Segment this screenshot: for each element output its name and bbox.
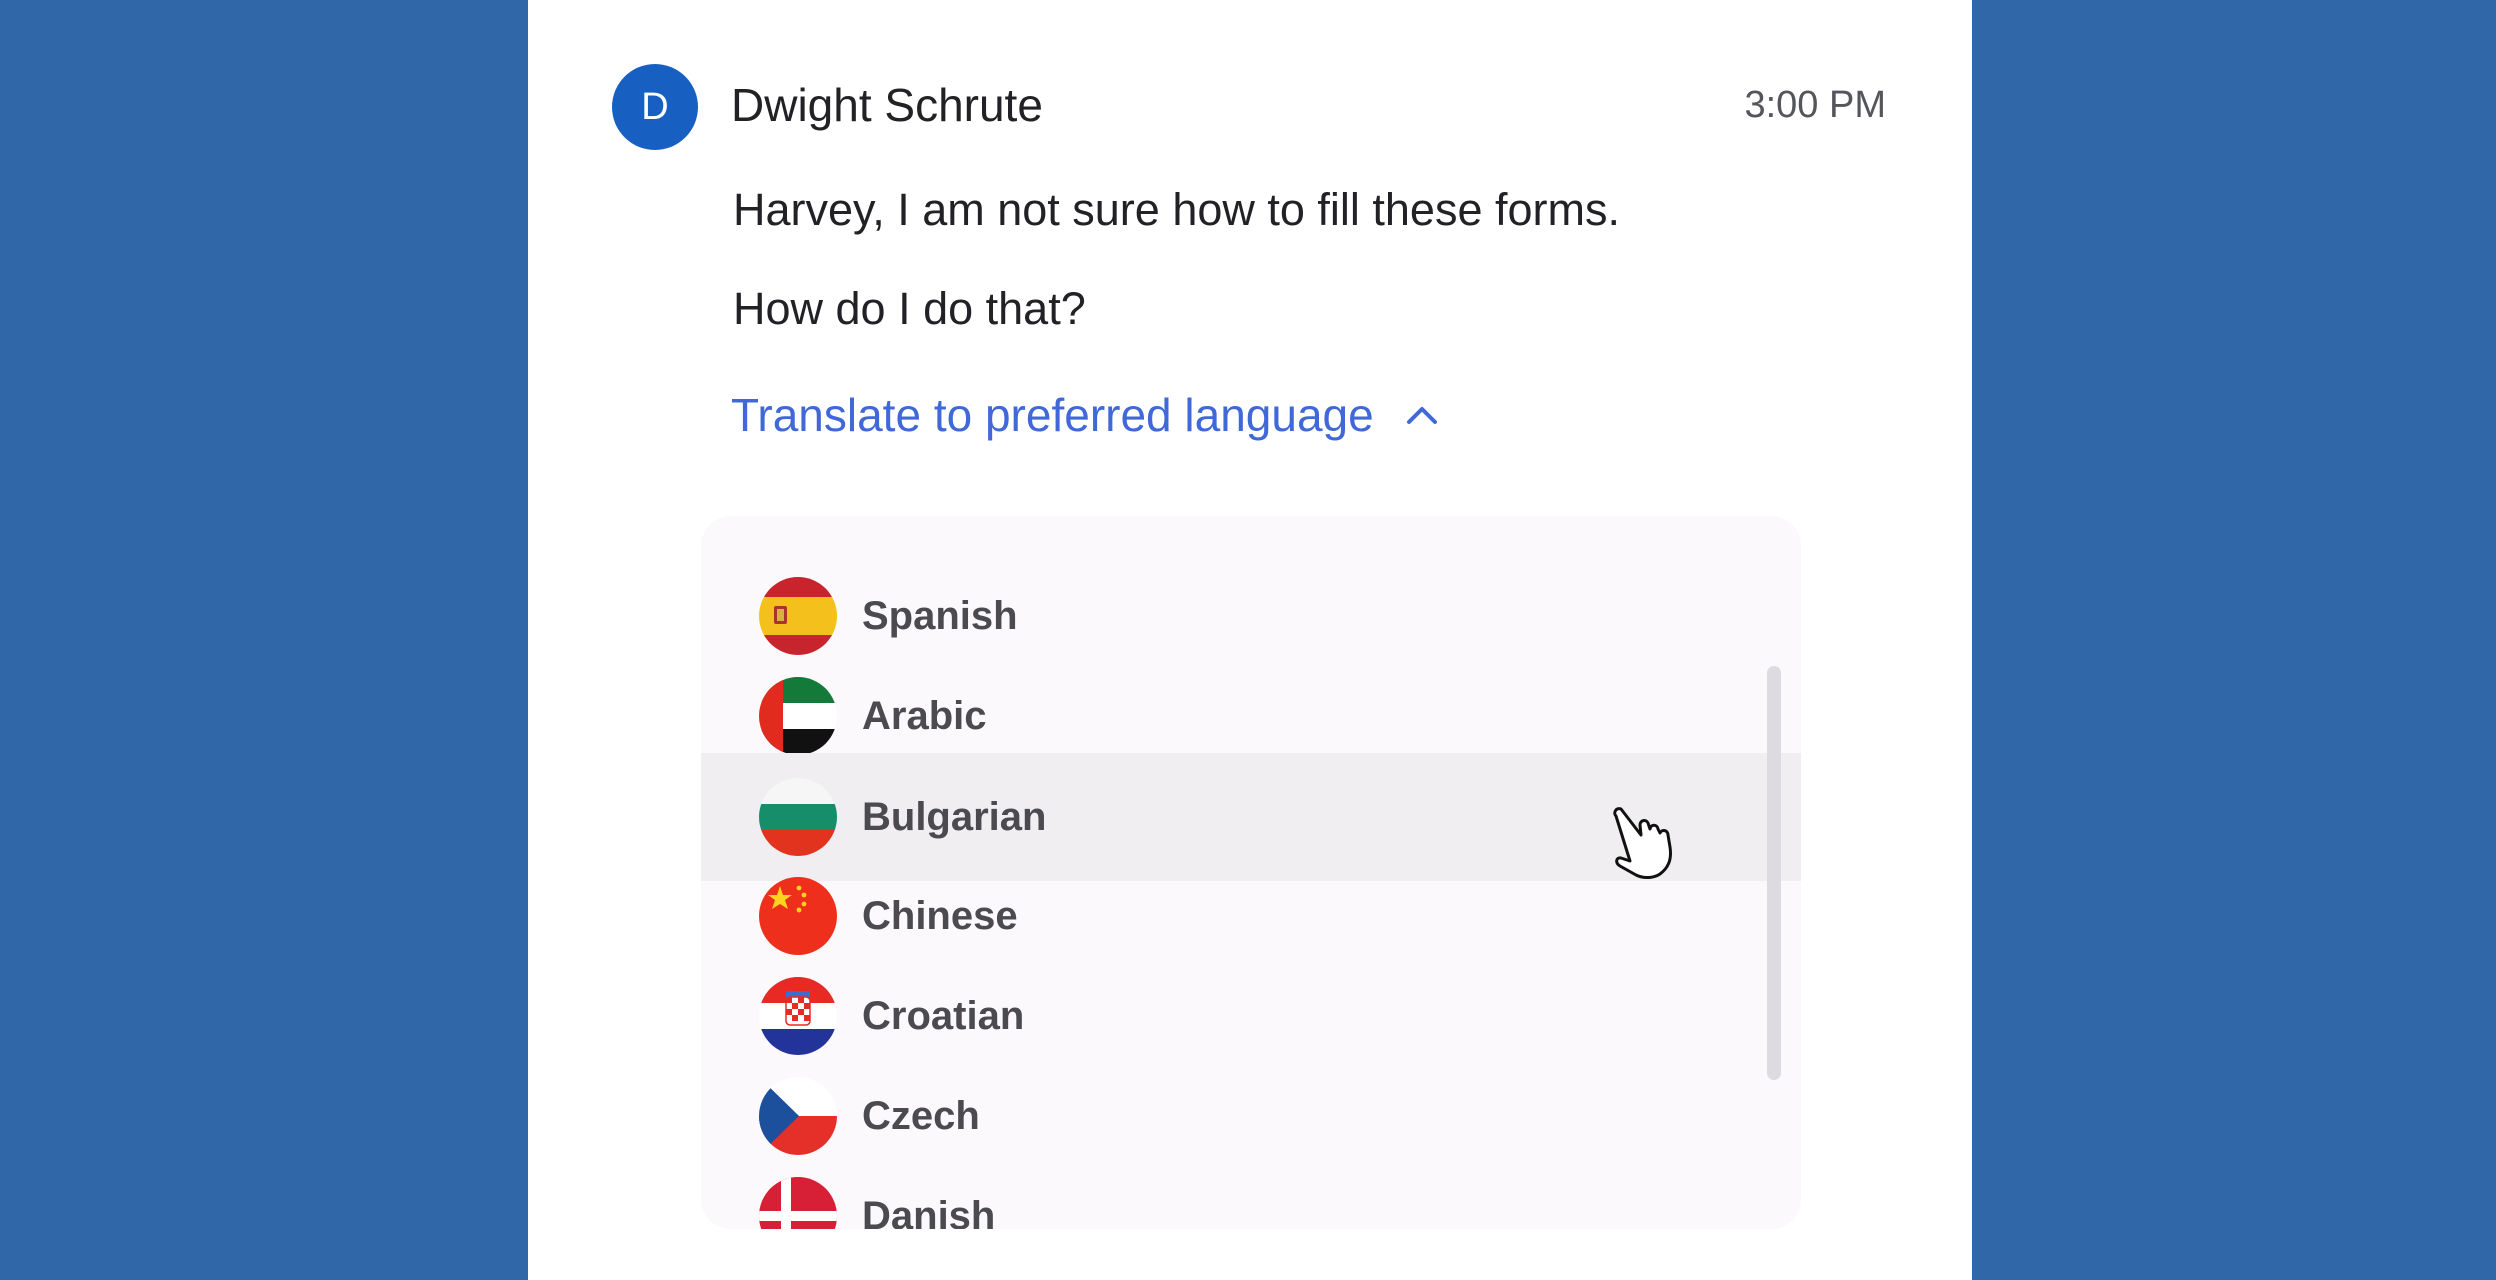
- bulgaria-flag-icon: [759, 778, 837, 856]
- language-label: Danish: [862, 1193, 996, 1230]
- message-line-1: Harvey, I am not sure how to fill these …: [733, 184, 1620, 235]
- avatar: D: [612, 64, 698, 150]
- translate-label: Translate to preferred language: [731, 389, 1374, 441]
- language-label: Bulgarian: [862, 794, 1047, 839]
- language-item-danish[interactable]: Danish: [701, 1152, 1801, 1229]
- croatia-flag-icon: [759, 977, 837, 1055]
- language-label: Czech: [862, 1093, 980, 1138]
- dropdown-scrollbar[interactable]: [1767, 666, 1781, 1080]
- denmark-flag-icon: [759, 1177, 837, 1229]
- message-time: 3:00 PM: [1744, 84, 1886, 126]
- hand-pointer-cursor-icon: [1610, 802, 1682, 887]
- message-panel: D Dwight Schrute 3:00 PM Harvey, I am no…: [528, 0, 1972, 1280]
- chevron-up-icon: [1404, 403, 1440, 427]
- language-label: Croatian: [862, 993, 1025, 1038]
- language-label: Arabic: [862, 693, 987, 738]
- message-line-2: How do I do that?: [733, 283, 1086, 334]
- language-label: Spanish: [862, 593, 1018, 638]
- uae-flag-icon: [759, 677, 837, 755]
- spain-flag-icon: [759, 577, 837, 655]
- sender-name: Dwight Schrute: [731, 79, 1043, 131]
- czech-flag-icon: [759, 1077, 837, 1155]
- china-flag-icon: [759, 877, 837, 955]
- language-label: Chinese: [862, 893, 1018, 938]
- translate-toggle[interactable]: Translate to preferred language: [731, 388, 1440, 442]
